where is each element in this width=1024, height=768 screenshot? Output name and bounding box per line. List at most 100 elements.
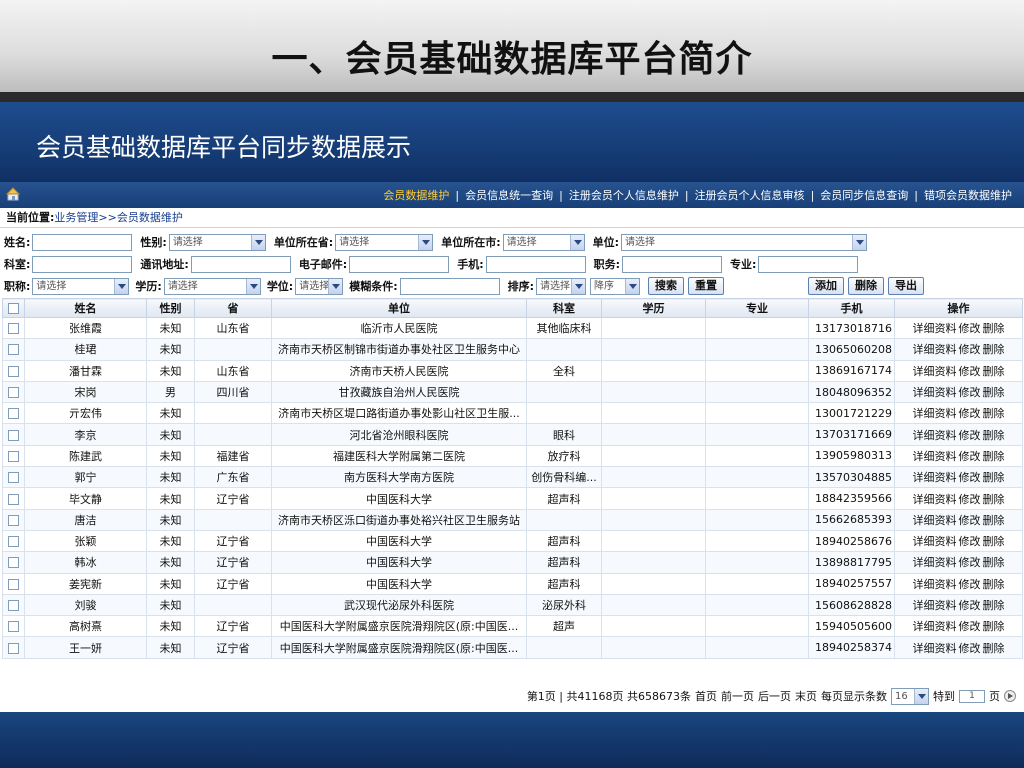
delete-link[interactable]: 删除 [983, 578, 1005, 591]
province-select[interactable]: 请选择 [335, 233, 434, 251]
delete-link[interactable]: 删除 [983, 493, 1005, 506]
next-page-link[interactable]: 后一页 [758, 688, 791, 704]
edit-link[interactable]: 修改 [959, 322, 981, 335]
last-page-link[interactable]: 末页 [795, 688, 817, 704]
goto-page-input[interactable] [959, 689, 985, 703]
detail-link[interactable]: 详细资料 [913, 407, 957, 420]
detail-link[interactable]: 详细资料 [913, 514, 957, 527]
detail-link[interactable]: 详细资料 [913, 365, 957, 378]
row-checkbox[interactable] [8, 323, 19, 335]
dept-input[interactable] [32, 255, 133, 273]
delete-link[interactable]: 删除 [983, 322, 1005, 335]
row-checkbox[interactable] [8, 472, 19, 484]
edit-link[interactable]: 修改 [959, 556, 981, 569]
delete-link[interactable]: 删除 [983, 620, 1005, 633]
row-checkbox[interactable] [8, 621, 19, 633]
detail-link[interactable]: 详细资料 [913, 450, 957, 463]
row-select-cell[interactable] [2, 593, 25, 617]
edit-link[interactable]: 修改 [959, 599, 981, 612]
breadcrumb-path[interactable]: 业务管理>>会员数据维护 [54, 211, 182, 224]
delete-link[interactable]: 删除 [983, 642, 1005, 655]
edit-link[interactable]: 修改 [959, 450, 981, 463]
row-checkbox[interactable] [8, 387, 19, 399]
detail-link[interactable]: 详细资料 [913, 343, 957, 356]
nav-item[interactable]: 错项会员数据维护 [918, 187, 1018, 203]
delete-link[interactable]: 删除 [983, 514, 1005, 527]
email-input[interactable] [349, 255, 450, 273]
degree-select[interactable]: 请选择 [295, 277, 344, 295]
detail-link[interactable]: 详细资料 [913, 620, 957, 633]
row-select-cell[interactable] [2, 615, 25, 638]
row-checkbox[interactable] [8, 344, 19, 356]
name-input[interactable] [32, 233, 133, 251]
nav-item[interactable]: 注册会员个人信息审核 [689, 187, 811, 203]
edu-select[interactable]: 请选择 [163, 277, 261, 295]
delete-button[interactable]: 删除 [848, 277, 885, 295]
row-select-cell[interactable] [2, 423, 25, 446]
delete-link[interactable]: 删除 [983, 471, 1005, 484]
nav-item[interactable]: 会员数据维护 [377, 187, 455, 203]
delete-link[interactable]: 删除 [983, 386, 1005, 399]
first-page-link[interactable]: 首页 [695, 688, 717, 704]
delete-link[interactable]: 删除 [983, 450, 1005, 463]
row-checkbox[interactable] [8, 514, 19, 526]
per-page-select[interactable]: 16 [891, 687, 929, 705]
detail-link[interactable]: 详细资料 [913, 578, 957, 591]
row-checkbox[interactable] [8, 578, 19, 590]
delete-link[interactable]: 删除 [983, 599, 1005, 612]
gender-select[interactable]: 请选择 [168, 233, 266, 251]
nav-item[interactable]: 会员同步信息查询 [814, 187, 914, 203]
phone-input[interactable] [485, 255, 586, 273]
nav-item[interactable]: 注册会员个人信息维护 [563, 187, 685, 203]
nav-item[interactable]: 会员信息统一查询 [459, 187, 559, 203]
edit-link[interactable]: 修改 [959, 343, 981, 356]
detail-link[interactable]: 详细资料 [913, 429, 957, 442]
row-checkbox[interactable] [8, 493, 19, 505]
row-checkbox[interactable] [8, 429, 19, 441]
row-select-cell[interactable] [2, 551, 25, 574]
detail-link[interactable]: 详细资料 [913, 322, 957, 335]
major-input[interactable] [758, 255, 859, 273]
home-icon[interactable] [6, 187, 20, 201]
row-select-cell[interactable] [2, 466, 25, 489]
unit-select[interactable]: 请选择 [621, 233, 868, 251]
row-checkbox[interactable] [8, 600, 19, 611]
edit-link[interactable]: 修改 [959, 514, 981, 527]
go-arrow-icon[interactable] [1004, 690, 1016, 702]
detail-link[interactable]: 详细资料 [913, 556, 957, 569]
edit-link[interactable]: 修改 [959, 578, 981, 591]
row-select-cell[interactable] [2, 572, 25, 595]
delete-link[interactable]: 删除 [983, 556, 1005, 569]
row-select-cell[interactable] [2, 508, 25, 531]
edit-link[interactable]: 修改 [959, 493, 981, 506]
detail-link[interactable]: 详细资料 [913, 642, 957, 655]
delete-link[interactable]: 删除 [983, 407, 1005, 420]
row-checkbox[interactable] [8, 450, 19, 462]
sort-field-select[interactable]: 请选择 [536, 277, 587, 295]
row-checkbox[interactable] [8, 408, 19, 420]
row-select-cell[interactable] [2, 444, 25, 468]
row-select-cell[interactable] [2, 636, 25, 659]
fuzzy-input[interactable] [399, 277, 500, 295]
detail-link[interactable]: 详细资料 [913, 493, 957, 506]
reset-button[interactable]: 重置 [688, 277, 725, 295]
detail-link[interactable]: 详细资料 [913, 386, 957, 399]
select-all-checkbox[interactable] [8, 303, 19, 314]
address-input[interactable] [190, 255, 291, 273]
delete-link[interactable]: 删除 [983, 535, 1005, 548]
edit-link[interactable]: 修改 [959, 535, 981, 548]
row-select-cell[interactable] [2, 529, 25, 553]
row-checkbox[interactable] [8, 365, 19, 377]
detail-link[interactable]: 详细资料 [913, 535, 957, 548]
prev-page-link[interactable]: 前一页 [721, 688, 754, 704]
edit-link[interactable]: 修改 [959, 471, 981, 484]
sort-order-select[interactable]: 降序 [590, 277, 641, 295]
search-button[interactable]: 搜索 [648, 277, 685, 295]
export-button[interactable]: 导出 [888, 277, 925, 295]
row-select-cell[interactable] [2, 359, 25, 382]
detail-link[interactable]: 详细资料 [913, 471, 957, 484]
row-checkbox[interactable] [8, 642, 19, 654]
delete-link[interactable]: 删除 [983, 343, 1005, 356]
row-select-cell[interactable] [2, 380, 25, 404]
row-select-cell[interactable] [2, 487, 25, 510]
